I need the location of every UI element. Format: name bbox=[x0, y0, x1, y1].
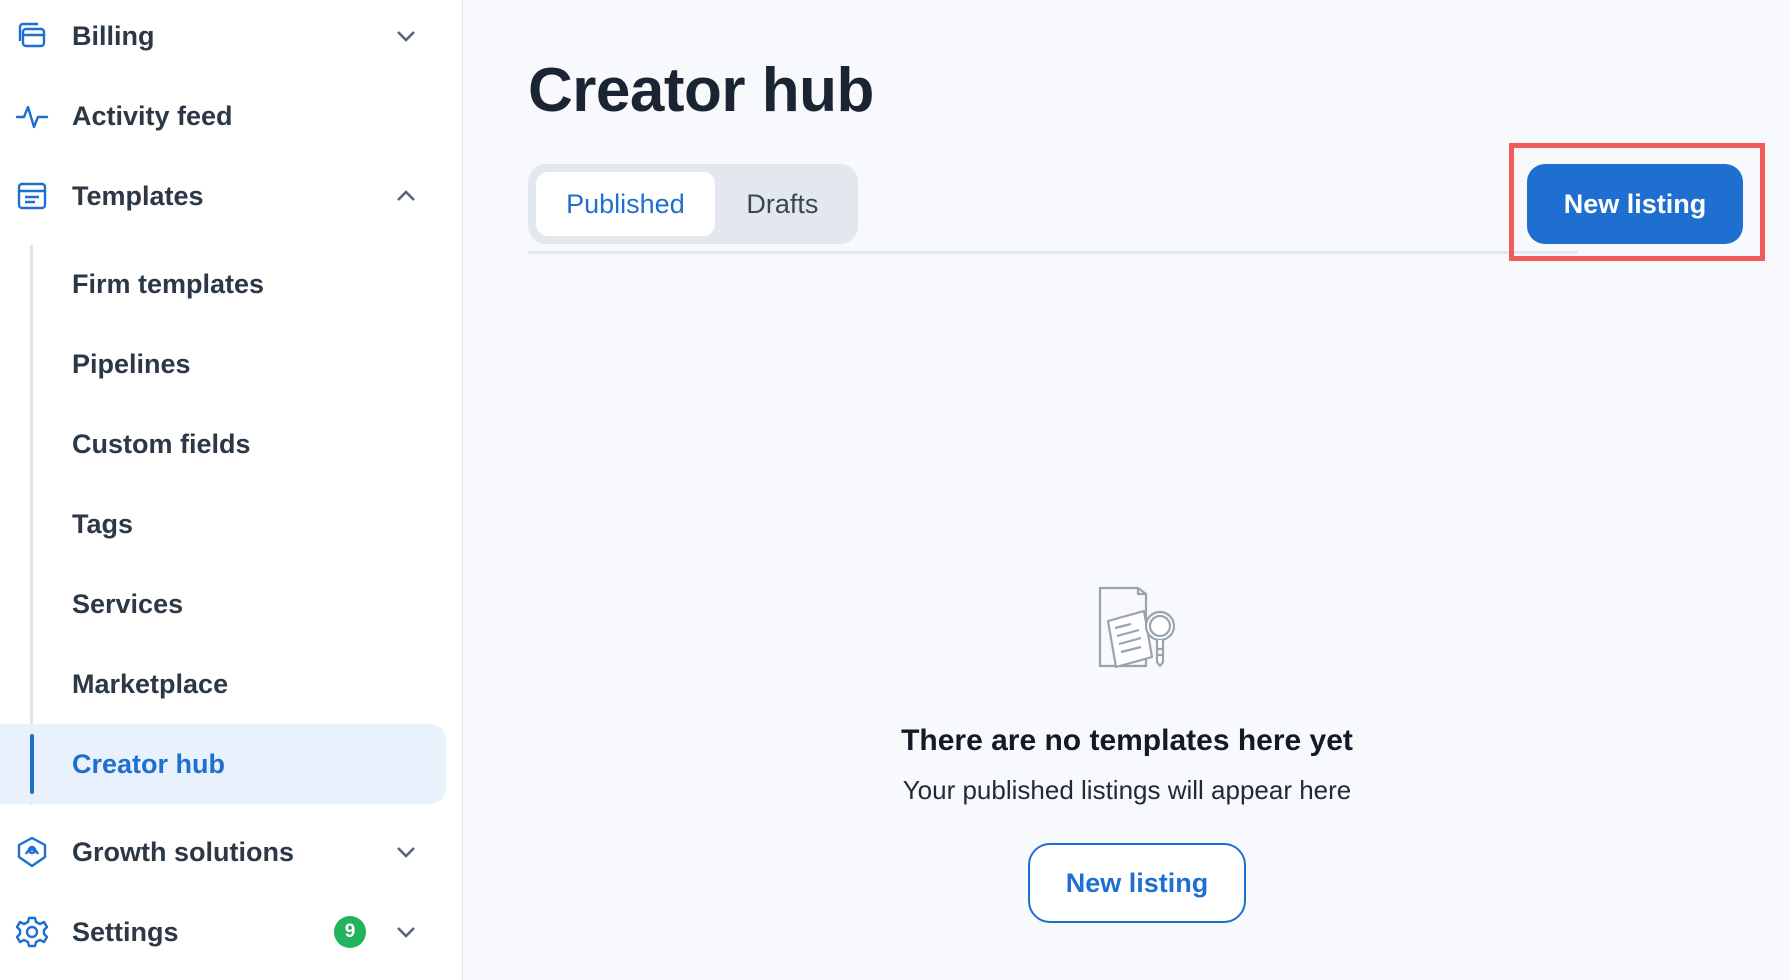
tab-drafts[interactable]: Drafts bbox=[715, 172, 850, 236]
sidebar-item-activity-feed[interactable]: Activity feed bbox=[0, 76, 446, 156]
page-title: Creator hub bbox=[528, 56, 874, 125]
sidebar-item-templates[interactable]: Templates bbox=[0, 156, 446, 236]
chevron-down-icon[interactable] bbox=[390, 836, 422, 868]
sidebar-item-label: Activity feed bbox=[72, 100, 233, 131]
chevron-down-icon[interactable] bbox=[390, 20, 422, 52]
active-indicator bbox=[30, 734, 34, 794]
sidebar-subitem-pipelines[interactable]: Pipelines bbox=[0, 324, 446, 404]
sidebar-item-label: Growth solutions bbox=[72, 836, 294, 867]
sidebar-subitem-label: Firm templates bbox=[72, 268, 265, 299]
tab-published[interactable]: Published bbox=[536, 172, 715, 236]
new-listing-button[interactable]: New listing bbox=[1527, 164, 1743, 244]
sidebar-subitem-label: Pipelines bbox=[72, 348, 191, 379]
sidebar-item-settings[interactable]: Settings 9 bbox=[0, 892, 446, 972]
sidebar-subitem-services[interactable]: Services bbox=[0, 564, 446, 644]
sidebar-item-label: Settings bbox=[72, 916, 179, 947]
settings-icon bbox=[14, 914, 50, 950]
empty-state-new-listing-button[interactable]: New listing bbox=[1028, 843, 1246, 923]
empty-state-title: There are no templates here yet bbox=[901, 724, 1353, 757]
sidebar-item-label: Billing bbox=[72, 20, 155, 51]
sidebar-subitem-label: Creator hub bbox=[72, 748, 226, 779]
main-content: Creator hub Published Drafts New listing… bbox=[464, 0, 1790, 980]
sidebar-subitem-tags[interactable]: Tags bbox=[0, 484, 446, 564]
activity-icon bbox=[14, 98, 50, 134]
sidebar-item-growth-solutions[interactable]: Growth solutions bbox=[0, 812, 446, 892]
sidebar-subitem-label: Marketplace bbox=[72, 668, 229, 699]
sidebar-item-billing[interactable]: Billing bbox=[0, 0, 446, 76]
sidebar-subitem-label: Services bbox=[72, 588, 184, 619]
sidebar-subitem-firm-templates[interactable]: Firm templates bbox=[0, 244, 446, 324]
chevron-up-icon[interactable] bbox=[390, 180, 422, 212]
sidebar-subitem-marketplace[interactable]: Marketplace bbox=[0, 644, 446, 724]
growth-icon bbox=[14, 834, 50, 870]
app-root: Billing Activity feed Templates Firm tem… bbox=[0, 0, 1790, 980]
sidebar-subitem-custom-fields[interactable]: Custom fields bbox=[0, 404, 446, 484]
empty-state-subtitle: Your published listings will appear here bbox=[902, 775, 1352, 805]
chevron-down-icon[interactable] bbox=[390, 916, 422, 948]
notification-badge: 9 bbox=[334, 916, 366, 948]
sidebar-subitem-label: Custom fields bbox=[72, 428, 251, 459]
document-search-icon bbox=[1088, 583, 1188, 683]
templates-icon bbox=[14, 178, 50, 214]
billing-icon bbox=[14, 18, 50, 54]
sidebar-subitem-label: Tags bbox=[72, 508, 134, 539]
sidebar-subitem-creator-hub[interactable]: Creator hub bbox=[0, 724, 446, 804]
tabs-divider bbox=[528, 251, 1578, 254]
tab-group: Published Drafts bbox=[528, 164, 858, 244]
sidebar: Billing Activity feed Templates Firm tem… bbox=[0, 0, 463, 980]
sidebar-item-label: Templates bbox=[72, 180, 204, 211]
